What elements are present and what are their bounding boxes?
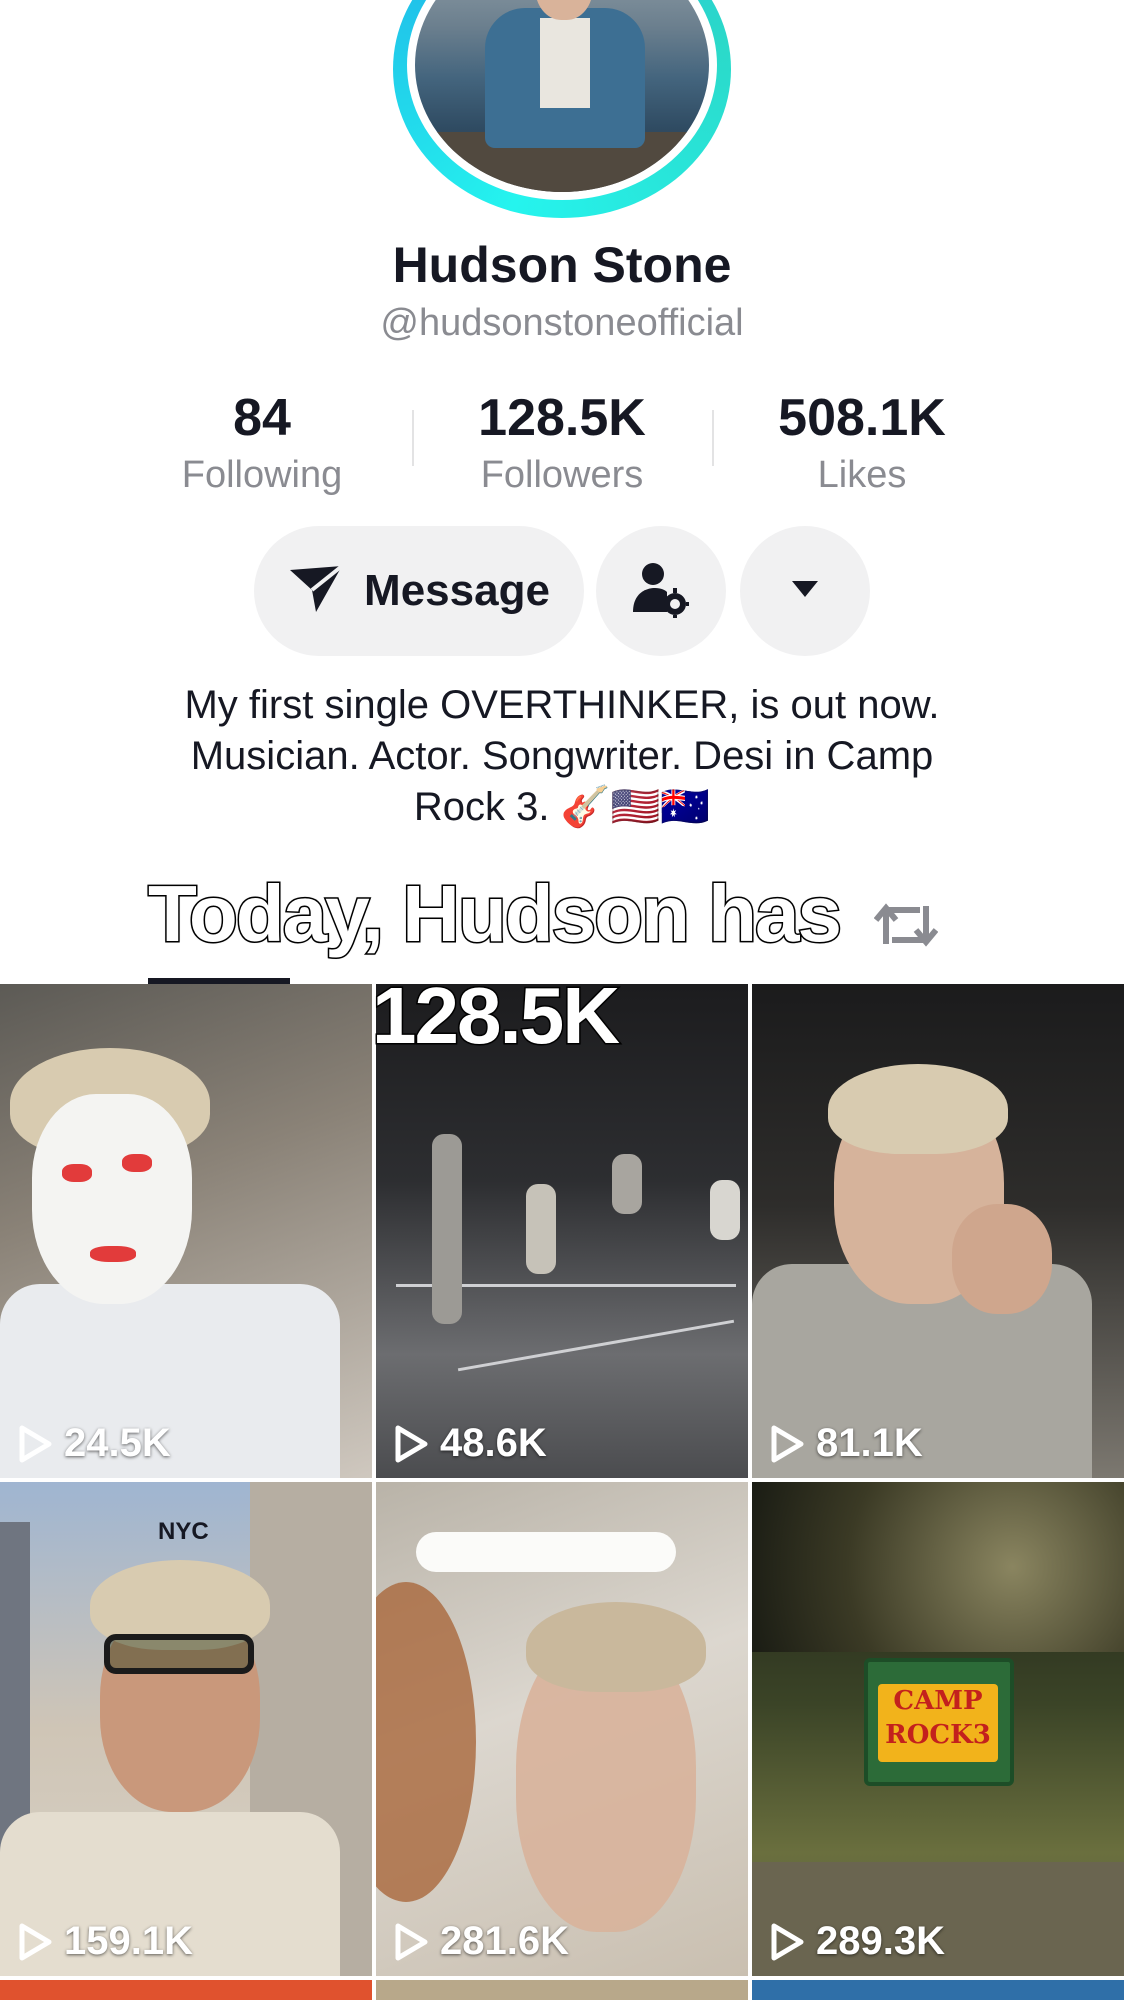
person-settings-icon <box>631 560 691 623</box>
stat-likes-value: 508.1K <box>778 389 946 447</box>
video-thumbnail[interactable]: NYC 159.1K <box>0 1482 372 1976</box>
video-thumbnail-partial[interactable] <box>376 1980 748 2000</box>
thumb-hair <box>526 1602 706 1692</box>
play-icon <box>19 1425 52 1462</box>
avatar[interactable] <box>407 0 717 200</box>
caret-down-icon <box>790 579 820 604</box>
stat-followers[interactable]: 128.5K Followers <box>432 388 692 497</box>
thumb-dancer <box>432 1134 462 1324</box>
overlay-caption: 128.5K <box>371 970 622 1062</box>
message-button[interactable]: Message <box>254 526 584 656</box>
video-caption: NYC <box>158 1518 209 1545</box>
stat-followers-label: Followers <box>480 454 644 496</box>
thumb-dancer <box>710 1180 740 1240</box>
more-dropdown-button[interactable] <box>740 526 870 656</box>
thumb-sunglasses <box>104 1634 254 1674</box>
view-count-value: 48.6K <box>440 1421 547 1465</box>
stat-divider <box>712 410 714 466</box>
view-count: 81.1K <box>770 1421 923 1466</box>
thumb-mask-eye <box>62 1164 92 1182</box>
thumb-trees <box>752 1482 1124 1652</box>
profile-name: Hudson Stone <box>392 237 732 293</box>
video-thumbnail[interactable]: 281.6K <box>376 1482 748 1976</box>
thumb-fist <box>952 1204 1052 1314</box>
play-icon <box>395 1923 428 1960</box>
thumb-led-mask <box>32 1094 192 1304</box>
stat-followers-value: 128.5K <box>478 389 646 447</box>
bio-line: My first single OVERTHINKER, is out now. <box>184 683 940 727</box>
avatar-shirt <box>540 18 590 108</box>
play-icon <box>19 1923 52 1960</box>
view-count: 48.6K <box>394 1421 547 1466</box>
follow-settings-button[interactable] <box>596 526 726 656</box>
send-icon <box>288 563 344 619</box>
play-icon <box>771 1923 804 1960</box>
stat-following-label: Following <box>181 454 343 496</box>
stat-likes-label: Likes <box>817 454 907 496</box>
view-count: 281.6K <box>394 1919 569 1964</box>
video-thumbnail[interactable]: 81.1K <box>752 984 1124 1478</box>
repost-tab-icon[interactable] <box>873 898 939 957</box>
play-icon <box>395 1425 428 1462</box>
video-thumbnail[interactable]: CAMP ROCK3 289.3K <box>752 1482 1124 1976</box>
video-thumbnail-partial[interactable] <box>752 1980 1124 2000</box>
stat-likes[interactable]: 508.1K Likes <box>732 388 992 497</box>
thumb-blur <box>376 1582 476 1902</box>
view-count-value: 81.1K <box>816 1421 923 1465</box>
stat-following[interactable]: 84 Following <box>132 388 392 497</box>
thumb-dancer <box>526 1184 556 1274</box>
message-label: Message <box>364 566 550 615</box>
view-count: 289.3K <box>770 1919 945 1964</box>
thumb-mask-mouth <box>90 1246 136 1262</box>
view-count-value: 24.5K <box>64 1421 171 1465</box>
profile-handle: @hudsonstoneofficial <box>380 302 744 344</box>
view-count: 159.1K <box>18 1919 193 1964</box>
view-count-value: 289.3K <box>816 1919 945 1963</box>
thumb-camp-sign: CAMP ROCK3 <box>864 1658 1014 1786</box>
sign-text: CAMP ROCK3 <box>878 1684 998 1762</box>
bio-line: Musician. Actor. Songwriter. Desi in Cam… <box>190 734 934 778</box>
stat-divider <box>412 410 414 466</box>
view-count-value: 159.1K <box>64 1919 193 1963</box>
thumb-dancer <box>612 1154 642 1214</box>
bio-line: Rock 3. 🎸🇺🇸🇦🇺 <box>413 785 711 829</box>
view-count: 24.5K <box>18 1421 171 1466</box>
thumb-floor-line <box>457 1319 735 1372</box>
thumb-hair <box>828 1064 1008 1154</box>
thumb-light <box>416 1532 676 1572</box>
overlay-caption: Today, Hudson has <box>147 868 844 960</box>
play-icon <box>771 1425 804 1462</box>
video-thumbnail[interactable]: 24.5K <box>0 984 372 1478</box>
thumb-mask-eye <box>122 1154 152 1172</box>
view-count-value: 281.6K <box>440 1919 569 1963</box>
video-thumbnail-partial[interactable] <box>0 1980 372 2000</box>
stat-following-value: 84 <box>233 389 291 447</box>
profile-bio: My first single OVERTHINKER, is out now.… <box>90 680 1034 833</box>
